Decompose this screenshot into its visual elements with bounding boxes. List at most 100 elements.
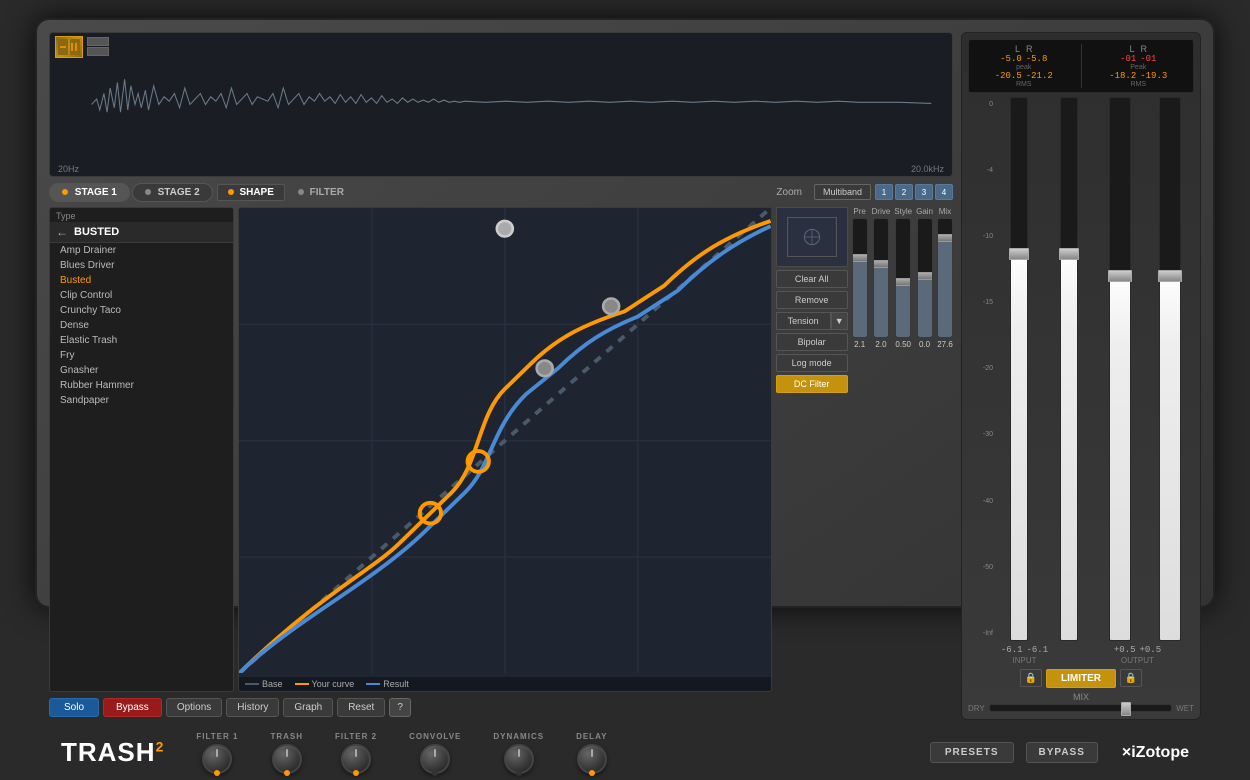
shape-tab[interactable]: SHAPE (217, 184, 285, 201)
log-mode-button[interactable]: Log mode (776, 354, 848, 372)
trash-label: TRASH (270, 732, 303, 741)
view-btn-1[interactable] (87, 37, 109, 46)
meter-rms2-r: -19.3 (1140, 71, 1167, 81)
fader-track-2l[interactable] (1109, 97, 1131, 641)
band-4-btn[interactable]: 4 (935, 184, 953, 200)
dc-filter-button[interactable]: DC Filter (776, 375, 848, 393)
presets-button[interactable]: PRESETS (930, 742, 1014, 763)
editor-row: Type ← BUSTED Amp Drainer Blues Driver B… (49, 207, 953, 692)
filter1-indicator (214, 770, 220, 776)
output-label: OUTPUT (1121, 656, 1154, 665)
preset-panel: Type ← BUSTED Amp Drainer Blues Driver B… (49, 207, 234, 692)
style-slider[interactable] (895, 218, 911, 338)
logo-icon (55, 36, 83, 58)
waveform-header (50, 33, 114, 61)
scale-40: -40 (968, 498, 993, 505)
top-section: 20Hz 20.0kHz STAGE 1 (49, 32, 1201, 720)
drive-slider[interactable] (873, 218, 889, 338)
right-panel: L R -5.0 -5.8 peak -20.5 -21.2 RMS (961, 32, 1201, 720)
preset-type-label: Type (50, 208, 233, 222)
module-filter2: FILTER 2 (319, 732, 393, 774)
list-item[interactable]: Crunchy Taco (50, 303, 233, 318)
waveform-display: 20Hz 20.0kHz (49, 32, 953, 177)
meters-header: L R -5.0 -5.8 peak -20.5 -21.2 RMS (968, 39, 1194, 93)
minimap (776, 207, 848, 267)
help-button[interactable]: ? (389, 698, 411, 717)
band-2-btn[interactable]: 2 (895, 184, 913, 200)
tension-dropdown[interactable]: ▼ (831, 312, 848, 330)
filter2-indicator (353, 770, 359, 776)
stage-1-tab[interactable]: STAGE 1 (49, 183, 130, 202)
lock-btn-right[interactable]: 🔒 (1120, 669, 1142, 687)
graph-button[interactable]: Graph (283, 698, 333, 717)
remove-button[interactable]: Remove (776, 291, 848, 309)
fader-1r (1045, 97, 1093, 641)
mix-track[interactable] (989, 704, 1172, 712)
list-item[interactable]: Busted (50, 273, 233, 288)
meter-r-label: R (1026, 44, 1033, 54)
band-3-btn[interactable]: 3 (915, 184, 933, 200)
convolve-label: CONVOLVE (409, 732, 461, 741)
input-val-l: -6.1 (1001, 645, 1023, 655)
list-item[interactable]: Gnasher (50, 363, 233, 378)
list-item[interactable]: Amp Drainer (50, 243, 233, 258)
reset-button[interactable]: Reset (337, 698, 385, 717)
rms2-type-label: RMS (1130, 81, 1146, 88)
bottom-buttons: Solo Bypass Options History Graph Reset … (49, 695, 953, 720)
limiter-button[interactable]: LIMITER (1046, 669, 1116, 688)
fader-track-1r[interactable] (1060, 97, 1078, 641)
shape-filter-tabs: SHAPE FILTER (217, 184, 765, 201)
controls-panel: Clear All Remove Tension ▼ Bipolar Log m… (776, 207, 848, 692)
solo-button[interactable]: Solo (49, 698, 99, 717)
scale-15: -15 (968, 299, 993, 306)
list-item[interactable]: Fry (50, 348, 233, 363)
filter-tab[interactable]: FILTER (287, 184, 355, 201)
wet-label: WET (1176, 704, 1194, 713)
filter1-knob-container (202, 744, 232, 774)
faders-section: 0 -4 -10 -15 -20 -30 -40 -50 -Inf (968, 97, 1194, 641)
module-delay: DELAY (560, 732, 623, 774)
peak-type-label: peak (1016, 64, 1031, 71)
bipolar-button[interactable]: Bipolar (776, 333, 848, 351)
fader-1l (995, 97, 1043, 641)
gain-value: 0.0 (919, 340, 930, 349)
list-item[interactable]: Rubber Hammer (50, 378, 233, 393)
band-1-btn[interactable]: 1 (875, 184, 893, 200)
preset-list: Amp Drainer Blues Driver Busted Clip Con… (50, 243, 233, 691)
curve-editor[interactable]: Base Your curve Result (238, 207, 772, 692)
view-buttons (87, 37, 109, 56)
limiter-row: 🔒 LIMITER 🔒 (968, 669, 1194, 688)
lock-btn-left[interactable]: 🔒 (1020, 669, 1042, 687)
list-item[interactable]: Elastic Trash (50, 333, 233, 348)
freq-low: 20Hz (58, 164, 79, 174)
meter-l-label: L (1015, 44, 1020, 54)
view-btn-2[interactable] (87, 47, 109, 56)
brand-name: TRASH2 (61, 737, 164, 768)
module-trash: TRASH (254, 732, 319, 774)
bypass-button[interactable]: Bypass (103, 698, 162, 717)
list-item[interactable]: Clip Control (50, 288, 233, 303)
band-buttons: 1 2 3 4 (875, 184, 953, 200)
list-item[interactable]: Blues Driver (50, 258, 233, 273)
multiband-button[interactable]: Multiband (814, 184, 871, 200)
tension-row: Tension ▼ (776, 312, 848, 330)
gain-slider[interactable] (917, 218, 933, 338)
waveform-svg (50, 33, 952, 176)
fader-track-2r[interactable] (1159, 97, 1181, 641)
history-button[interactable]: History (226, 698, 279, 717)
stage-2-tab[interactable]: STAGE 2 (132, 183, 213, 202)
freq-labels: 20Hz 20.0kHz (50, 164, 952, 174)
pre-slider[interactable] (852, 218, 868, 338)
options-button[interactable]: Options (166, 698, 222, 717)
list-item[interactable]: Dense (50, 318, 233, 333)
meter-group-left: L R -5.0 -5.8 peak -20.5 -21.2 RMS (975, 44, 1073, 88)
list-item[interactable]: Sandpaper (50, 393, 233, 408)
output-group: +0.5 +0.5 OUTPUT (1114, 645, 1161, 665)
tension-button[interactable]: Tension (776, 312, 831, 330)
legend-base: Base (245, 679, 283, 689)
filter2-knob-container (341, 744, 371, 774)
fader-track-1l[interactable] (1010, 97, 1028, 641)
mix-slider[interactable] (937, 218, 953, 338)
bypass-main-button[interactable]: BYPASS (1026, 742, 1098, 763)
clear-all-button[interactable]: Clear All (776, 270, 848, 288)
